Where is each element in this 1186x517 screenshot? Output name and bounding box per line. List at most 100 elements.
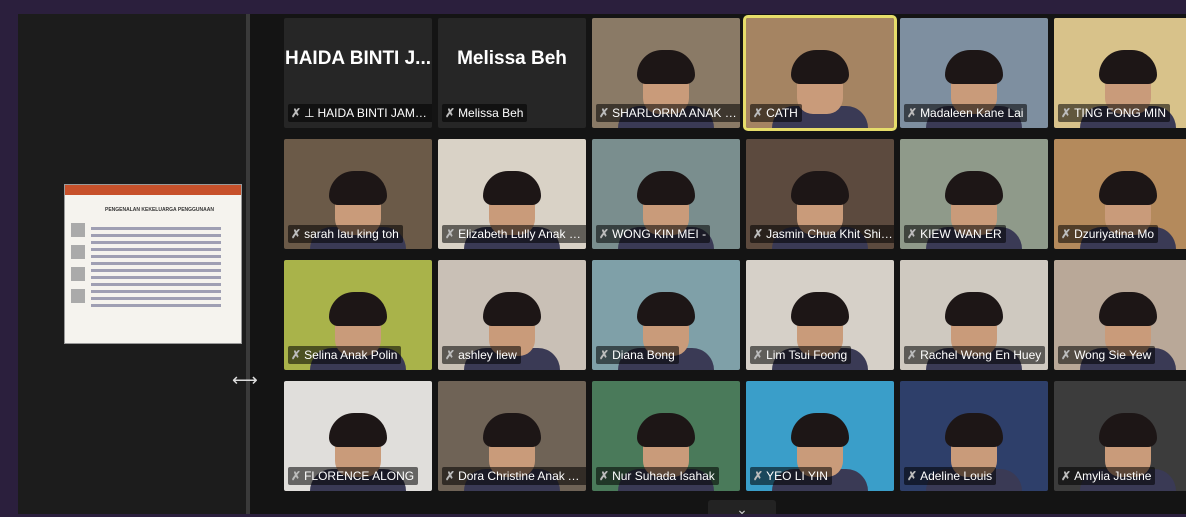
- mic-muted-icon: ✗: [445, 227, 456, 241]
- mic-muted-icon: ✗: [291, 469, 302, 483]
- participant-name: YEO LI YIN: [766, 469, 828, 483]
- participant-name-label: ✗ YEO LI YIN: [750, 467, 832, 485]
- participant-name-label: ✗ Jasmin Chua Khit Shian: [750, 225, 894, 243]
- participant-tile[interactable]: ✗ sarah lau king toh: [284, 139, 432, 249]
- participant-name: SHARLORNA ANAK EA...: [612, 106, 740, 120]
- participant-name: ashley liew: [458, 348, 517, 362]
- participant-name-label: ✗ KIEW WAN ER: [904, 225, 1006, 243]
- participant-name-label: ✗ TING FONG MIN: [1058, 104, 1171, 122]
- split-divider[interactable]: [246, 14, 250, 514]
- participant-name: Madaleen Kane Lai: [920, 106, 1024, 120]
- mic-muted-icon: ✗: [753, 227, 764, 241]
- participant-name-label: ✗ ashley liew: [442, 346, 521, 364]
- collapse-chevron-icon[interactable]: ⌄: [708, 500, 776, 514]
- participant-name-label: ✗ Selina Anak Polin: [288, 346, 402, 364]
- participant-name: Jasmin Chua Khit Shian: [766, 227, 894, 241]
- participant-name-label: ✗ Melissa Beh: [442, 104, 528, 122]
- participant-name-label: ✗ Wong Sie Yew: [1058, 346, 1156, 364]
- participant-name: CATH: [766, 106, 798, 120]
- mic-muted-icon: ✗: [599, 106, 610, 120]
- participant-name: WONG KIN MEI -: [612, 227, 707, 241]
- participant-tile[interactable]: ✗ Lim Tsui Foong: [746, 260, 894, 370]
- mic-muted-icon: ✗: [291, 348, 302, 362]
- participant-name: Dora Christine Anak Al...: [458, 469, 586, 483]
- slide-body-text: [91, 223, 221, 311]
- participant-name: Wong Sie Yew: [1074, 348, 1152, 362]
- participant-tile[interactable]: ✗ Jasmin Chua Khit Shian: [746, 139, 894, 249]
- participant-tile[interactable]: ✗ WONG KIN MEI -: [592, 139, 740, 249]
- participant-name: Dzuriyatina Mo: [1074, 227, 1155, 241]
- participant-name-label: ✗ FLORENCE ALONG: [288, 467, 419, 485]
- participant-name-label: ✗ Diana Bong: [596, 346, 679, 364]
- participant-display-name: HAIDA BINTI J...: [284, 48, 432, 69]
- mic-muted-icon: ✗: [445, 348, 456, 362]
- participant-display-name: Melissa Beh: [457, 48, 567, 69]
- mic-muted-icon: ✗: [907, 106, 918, 120]
- participant-tile[interactable]: ✗ Dora Christine Anak Al...: [438, 381, 586, 491]
- participant-tile[interactable]: Melissa Beh ✗ Melissa Beh: [438, 18, 586, 128]
- participant-name: Nur Suhada Isahak: [612, 469, 715, 483]
- participant-tile[interactable]: ✗ Dzuriyatina Mo: [1054, 139, 1186, 249]
- participant-video-face: [791, 50, 849, 114]
- participant-name: Elizabeth Lully Anak Fa...: [458, 227, 586, 241]
- participant-name: FLORENCE ALONG: [304, 469, 415, 483]
- participant-name: Adeline Louis: [920, 469, 993, 483]
- mic-muted-icon: ✗: [291, 106, 302, 120]
- mic-muted-icon: ✗: [753, 348, 764, 362]
- participant-name: TING FONG MIN: [1074, 106, 1167, 120]
- participant-name-label: ✗ Dora Christine Anak Al...: [442, 467, 586, 485]
- participant-tile[interactable]: ✗ SHARLORNA ANAK EA...: [592, 18, 740, 128]
- mic-muted-icon: ✗: [599, 348, 610, 362]
- participant-name: Rachel Wong En Huey: [920, 348, 1042, 362]
- shared-slide-thumbnail[interactable]: PENGENALAN KEKELUARGA PENGGUNAAN: [64, 184, 242, 344]
- mic-muted-icon: ✗: [599, 227, 610, 241]
- slide-title-bar: [65, 185, 241, 195]
- mic-muted-icon: ✗: [753, 469, 764, 483]
- mic-muted-icon: ✗: [753, 106, 764, 120]
- mic-muted-icon: ✗: [599, 469, 610, 483]
- shared-screen-pane: PENGENALAN KEKELUARGA PENGGUNAAN: [18, 14, 246, 514]
- participant-tile[interactable]: ✗ Adeline Louis: [900, 381, 1048, 491]
- participant-name-label: ✗ Lim Tsui Foong: [750, 346, 852, 364]
- participant-tile[interactable]: ✗ Amylia Justine: [1054, 381, 1186, 491]
- participant-tile[interactable]: ✗ Diana Bong: [592, 260, 740, 370]
- resize-arrows-icon[interactable]: ⟷: [232, 370, 258, 391]
- participant-tile[interactable]: ✗ YEO LI YIN: [746, 381, 894, 491]
- participant-name: KIEW WAN ER: [920, 227, 1002, 241]
- mic-muted-icon: ✗: [445, 106, 456, 120]
- participant-tile[interactable]: ✗ Madaleen Kane Lai: [900, 18, 1048, 128]
- zoom-window: PENGENALAN KEKELUARGA PENGGUNAAN ⟷ HAIDA…: [18, 14, 1186, 514]
- participant-name-label: ✗ Dzuriyatina Mo: [1058, 225, 1159, 243]
- participant-name-label: ✗ ⊥ HAIDA BINTI JAMAIL: [288, 104, 432, 122]
- pin-icon: ⊥: [304, 106, 315, 120]
- participant-name: Selina Anak Polin: [304, 348, 398, 362]
- participant-tile[interactable]: ✗ CATH: [743, 15, 897, 131]
- gallery-view-grid: HAIDA BINTI J... ✗ ⊥ HAIDA BINTI JAMAIL Meli…: [284, 15, 1186, 502]
- mic-muted-icon: ✗: [291, 227, 302, 241]
- participant-name-label: ✗ Rachel Wong En Huey: [904, 346, 1046, 364]
- mic-muted-icon: ✗: [907, 348, 918, 362]
- mic-muted-icon: ✗: [445, 469, 456, 483]
- mic-muted-icon: ✗: [907, 469, 918, 483]
- mic-muted-icon: ✗: [1061, 106, 1072, 120]
- participant-name: Amylia Justine: [1074, 469, 1152, 483]
- slide-thumbnails: [71, 223, 85, 311]
- participant-name-label: ✗ sarah lau king toh: [288, 225, 403, 243]
- participant-tile[interactable]: ✗ ashley liew: [438, 260, 586, 370]
- participant-tile[interactable]: ✗ Wong Sie Yew: [1054, 260, 1186, 370]
- participant-name: Lim Tsui Foong: [766, 348, 848, 362]
- participant-name: Melissa Beh: [458, 106, 524, 120]
- participant-tile[interactable]: ✗ Selina Anak Polin: [284, 260, 432, 370]
- mic-muted-icon: ✗: [1061, 227, 1072, 241]
- participant-tile[interactable]: HAIDA BINTI J... ✗ ⊥ HAIDA BINTI JAMAIL: [284, 18, 432, 128]
- participant-tile[interactable]: ✗ Nur Suhada Isahak: [592, 381, 740, 491]
- participant-tile[interactable]: ✗ Elizabeth Lully Anak Fa...: [438, 139, 586, 249]
- participant-name-label: ✗ Amylia Justine: [1058, 467, 1156, 485]
- participant-tile[interactable]: ✗ Rachel Wong En Huey: [900, 260, 1048, 370]
- participant-tile[interactable]: ✗ FLORENCE ALONG: [284, 381, 432, 491]
- slide-title: PENGENALAN KEKELUARGA PENGGUNAAN: [105, 207, 214, 213]
- participant-tile[interactable]: ✗ TING FONG MIN: [1054, 18, 1186, 128]
- mic-muted-icon: ✗: [907, 227, 918, 241]
- participant-name: HAIDA BINTI JAMAIL: [317, 106, 432, 120]
- participant-tile[interactable]: ✗ KIEW WAN ER: [900, 139, 1048, 249]
